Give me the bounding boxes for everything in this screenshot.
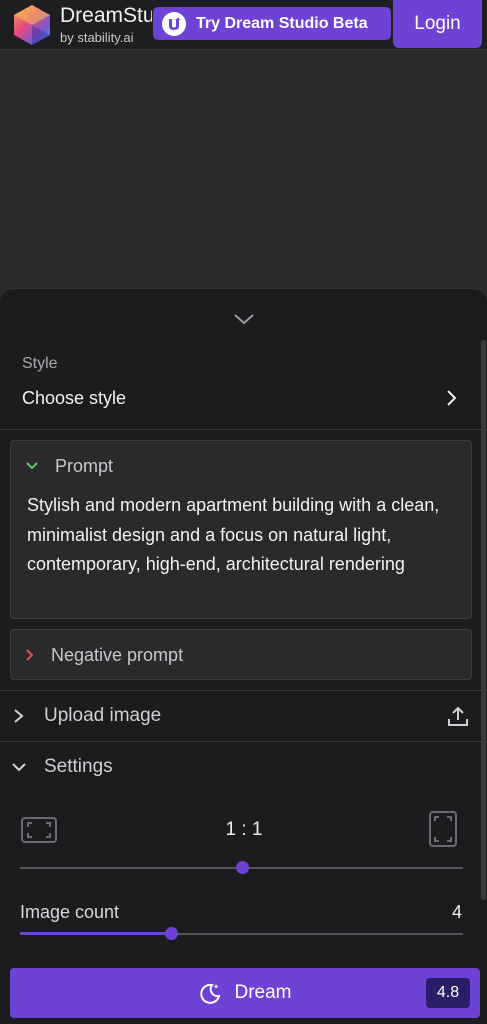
style-selector[interactable]: Choose style xyxy=(22,388,126,409)
negative-prompt-card[interactable]: Negative prompt xyxy=(10,629,472,680)
image-count-value: 4 xyxy=(451,902,462,922)
scrollbar[interactable] xyxy=(481,340,486,900)
landscape-ratio-icon[interactable] xyxy=(21,817,57,843)
chevron-down-icon xyxy=(12,763,26,772)
chevron-right-icon xyxy=(14,709,24,723)
settings-label: Settings xyxy=(44,756,113,777)
dreamstudio-logo-icon[interactable] xyxy=(10,3,54,47)
chevron-right-icon[interactable] xyxy=(444,389,458,407)
upload-icon[interactable] xyxy=(446,704,470,728)
image-count-slider[interactable] xyxy=(20,927,463,941)
moon-sparkle-icon xyxy=(200,983,221,1004)
chevron-down-icon[interactable] xyxy=(232,311,256,327)
app-header: DreamStudio by stability.ai Try Dream St… xyxy=(0,0,487,50)
slider-fill xyxy=(20,932,171,935)
chevron-right-icon xyxy=(26,649,34,661)
dream-studio-beta-icon xyxy=(162,11,186,36)
upload-image-label: Upload image xyxy=(44,705,162,726)
prompt-card: Prompt Stylish and modern apartment buil… xyxy=(10,440,472,619)
divider xyxy=(0,429,487,430)
slider-thumb[interactable] xyxy=(235,861,249,874)
try-beta-label: Try Dream Studio Beta xyxy=(196,14,368,32)
chevron-down-icon xyxy=(26,462,38,470)
upload-image-row[interactable]: Upload image xyxy=(0,692,487,740)
try-beta-button[interactable]: Try Dream Studio Beta xyxy=(153,7,391,40)
prompt-label: Prompt xyxy=(55,455,114,476)
login-button[interactable]: Login xyxy=(393,0,482,48)
settings-row[interactable]: Settings xyxy=(0,743,487,791)
cost-badge: 4.8 xyxy=(426,978,470,1008)
aspect-ratio-slider[interactable] xyxy=(20,861,463,875)
style-label: Style xyxy=(22,355,58,372)
brand: DreamStudio by stability.ai xyxy=(60,4,152,48)
image-count-label: Image count xyxy=(20,902,120,922)
negative-prompt-header[interactable]: Negative prompt xyxy=(11,630,471,680)
prompt-header[interactable]: Prompt xyxy=(11,441,471,491)
negative-prompt-label: Negative prompt xyxy=(51,644,184,665)
portrait-ratio-icon[interactable] xyxy=(429,811,457,847)
dream-button[interactable]: Dream 4.8 xyxy=(10,968,480,1018)
prompt-input[interactable]: Stylish and modern apartment building wi… xyxy=(11,491,471,580)
brand-subtitle: by stability.ai xyxy=(60,30,134,45)
brand-title: DreamStudio xyxy=(60,4,152,27)
divider xyxy=(0,741,487,742)
dream-label: Dream xyxy=(234,982,292,1003)
divider xyxy=(0,690,487,691)
slider-thumb[interactable] xyxy=(164,927,178,940)
aspect-ratio-value: 1 : 1 xyxy=(225,819,263,840)
settings-panel: Style Choose style Prompt Stylish and mo… xyxy=(0,288,487,1024)
